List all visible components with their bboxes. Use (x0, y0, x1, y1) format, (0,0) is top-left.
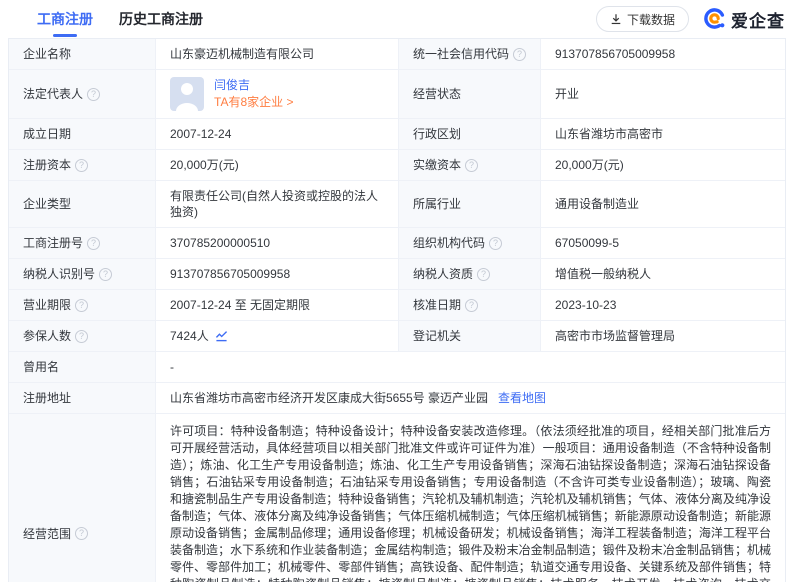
field-value-registered-address: 山东省潍坊市高密市经济开发区康成大街5655号 豪迈产业园 查看地图 (156, 383, 785, 413)
legal-rep-name-link[interactable]: 闫俊吉 (214, 78, 293, 93)
table-row: 工商注册号? 370785200000510 组织机构代码? 67050099-… (9, 228, 785, 259)
help-icon[interactable]: ? (75, 299, 88, 312)
field-value-org-code: 67050099-5 (541, 228, 785, 258)
help-icon[interactable]: ? (75, 330, 88, 343)
field-value-registration-authority: 高密市市场监督管理局 (541, 321, 785, 351)
download-icon (610, 13, 622, 25)
field-value-approval-date: 2023-10-23 (541, 290, 785, 320)
tab-business-registration[interactable]: 工商注册 (37, 0, 93, 39)
field-label-paid-capital: 实缴资本? (399, 150, 541, 180)
field-value-former-name: - (156, 352, 785, 382)
help-icon[interactable]: ? (465, 159, 478, 172)
table-row: 法定代表人? 闫俊吉 TA有8家企业 > 经营状态 开业 (9, 70, 785, 119)
field-label-credit-code: 统一社会信用代码? (399, 39, 541, 69)
field-label-registration-no: 工商注册号? (9, 228, 156, 258)
legal-rep-companies-link[interactable]: TA有8家企业 > (214, 95, 293, 110)
field-label-established-date: 成立日期 (9, 119, 156, 149)
business-registration-table: 企业名称 山东豪迈机械制造有限公司 统一社会信用代码? 913707856705… (8, 38, 786, 582)
download-data-button[interactable]: 下载数据 (596, 6, 689, 32)
field-label-insured-count: 参保人数? (9, 321, 156, 351)
field-value-credit-code: 913707856705009958 (541, 39, 785, 69)
field-label-approval-date: 核准日期? (399, 290, 541, 320)
table-row: 注册资本? 20,000万(元) 实缴资本? 20,000万(元) (9, 150, 785, 181)
field-label-registration-authority: 登记机关 (399, 321, 541, 351)
table-row: 营业期限? 2007-12-24 至 无固定期限 核准日期? 2023-10-2… (9, 290, 785, 321)
help-icon[interactable]: ? (465, 299, 478, 312)
help-icon[interactable]: ? (87, 88, 100, 101)
field-label-former-name: 曾用名 (9, 352, 156, 382)
logo-text: 爱企查 (731, 7, 785, 32)
trend-chart-icon[interactable] (215, 330, 228, 342)
field-label-legal-rep: 法定代表人? (9, 70, 156, 118)
field-label-business-scope: 经营范围? (9, 414, 156, 582)
field-label-taxpayer-quality: 纳税人资质? (399, 259, 541, 289)
help-icon[interactable]: ? (87, 237, 100, 250)
table-row: 经营范围? 许可项目：特种设备制造；特种设备设计；特种设备安装改造修理。（依法须… (9, 414, 785, 582)
field-value-legal-rep: 闫俊吉 TA有8家企业 > (156, 70, 399, 118)
table-row: 曾用名 - (9, 352, 785, 383)
help-icon[interactable]: ? (75, 527, 88, 540)
page-header: 工商注册 历史工商注册 下载数据 爱企查 (0, 0, 799, 38)
help-icon[interactable]: ? (477, 268, 490, 281)
field-label-company-name: 企业名称 (9, 39, 156, 69)
field-value-company-name: 山东豪迈机械制造有限公司 (156, 39, 399, 69)
legal-rep-avatar[interactable] (170, 77, 204, 111)
help-icon[interactable]: ? (99, 268, 112, 281)
field-value-taxpayer-id: 913707856705009958 (156, 259, 399, 289)
field-label-industry: 所属行业 (399, 181, 541, 227)
table-row: 企业名称 山东豪迈机械制造有限公司 统一社会信用代码? 913707856705… (9, 39, 785, 70)
help-icon[interactable]: ? (75, 159, 88, 172)
aiqicha-logo[interactable]: 爱企查 (703, 7, 785, 32)
field-value-paid-capital: 20,000万(元) (541, 150, 785, 180)
field-value-company-type: 有限责任公司(自然人投资或控股的法人独资) (156, 181, 399, 227)
field-label-admin-region: 行政区划 (399, 119, 541, 149)
header-actions: 下载数据 爱企查 (596, 6, 785, 32)
business-scope-text: 许可项目：特种设备制造；特种设备设计；特种设备安装改造修理。（依法须经批准的项目… (170, 424, 771, 582)
table-row: 企业类型 有限责任公司(自然人投资或控股的法人独资) 所属行业 通用设备制造业 (9, 181, 785, 228)
field-label-company-type: 企业类型 (9, 181, 156, 227)
field-label-taxpayer-id: 纳税人识别号? (9, 259, 156, 289)
field-value-taxpayer-quality: 增值税一般纳税人 (541, 259, 785, 289)
field-label-business-term: 营业期限? (9, 290, 156, 320)
aiqicha-q-icon (703, 7, 727, 31)
tab-history-registration[interactable]: 历史工商注册 (119, 0, 203, 39)
field-value-insured-count: 7424人 (156, 321, 399, 351)
table-row: 注册地址 山东省潍坊市高密市经济开发区康成大街5655号 豪迈产业园 查看地图 (9, 383, 785, 414)
field-value-business-scope: 许可项目：特种设备制造；特种设备设计；特种设备安装改造修理。（依法须经批准的项目… (156, 414, 785, 582)
table-row: 参保人数? 7424人 登记机关 高密市市场监督管理局 (9, 321, 785, 352)
tab-bar: 工商注册 历史工商注册 (37, 0, 596, 39)
view-map-link[interactable]: 查看地图 (498, 390, 546, 406)
field-label-org-code: 组织机构代码? (399, 228, 541, 258)
table-row: 成立日期 2007-12-24 行政区划 山东省潍坊市高密市 (9, 119, 785, 150)
field-label-registered-capital: 注册资本? (9, 150, 156, 180)
field-label-registered-address: 注册地址 (9, 383, 156, 413)
field-value-admin-region: 山东省潍坊市高密市 (541, 119, 785, 149)
field-value-industry: 通用设备制造业 (541, 181, 785, 227)
field-value-business-term: 2007-12-24 至 无固定期限 (156, 290, 399, 320)
field-value-status: 开业 (541, 70, 785, 118)
field-value-registration-no: 370785200000510 (156, 228, 399, 258)
table-row: 纳税人识别号? 913707856705009958 纳税人资质? 增值税一般纳… (9, 259, 785, 290)
field-value-established-date: 2007-12-24 (156, 119, 399, 149)
field-label-status: 经营状态 (399, 70, 541, 118)
help-icon[interactable]: ? (489, 237, 502, 250)
download-label: 下载数据 (627, 11, 675, 28)
help-icon[interactable]: ? (513, 48, 526, 61)
field-value-registered-capital: 20,000万(元) (156, 150, 399, 180)
